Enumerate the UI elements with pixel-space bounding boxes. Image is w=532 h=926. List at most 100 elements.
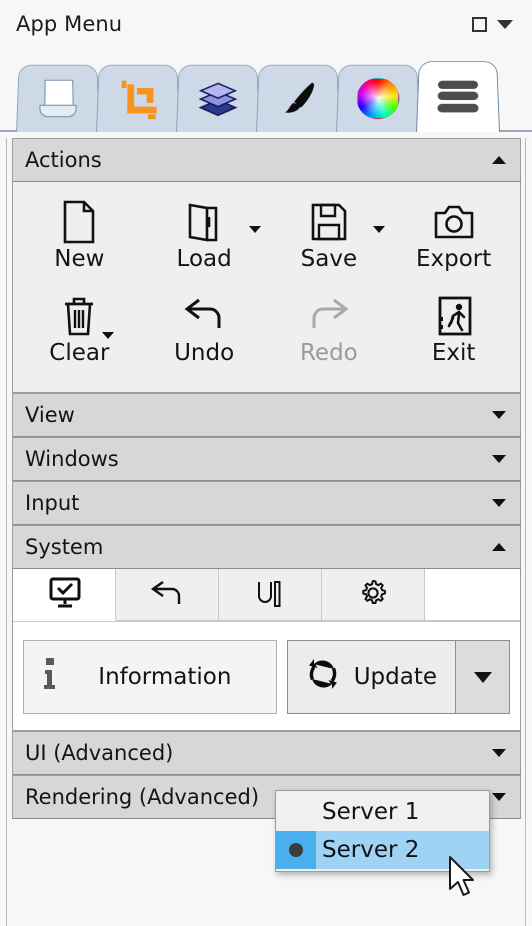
section-input: Input: [12, 481, 521, 525]
action-label-clear: Clear: [49, 340, 110, 366]
refresh-icon: [306, 657, 340, 697]
section-system: System Information Update: [12, 525, 521, 731]
section-windows: Windows: [12, 437, 521, 481]
tab-color[interactable]: [336, 64, 420, 132]
menu-item-server-1[interactable]: Server 1: [276, 793, 489, 831]
action-label-export: Export: [415, 246, 492, 272]
system-tab-filler: [425, 569, 520, 621]
action-undo[interactable]: Undo: [142, 286, 267, 380]
info-icon: [42, 657, 58, 697]
gear-icon: [357, 577, 389, 613]
undo-arrow-icon: [181, 292, 227, 340]
action-split-arrow-save[interactable]: [373, 226, 386, 233]
trash-icon: [62, 292, 96, 340]
layers-icon: [196, 79, 239, 116]
chevron-down-icon: [473, 671, 492, 683]
menu-dropdown-button[interactable]: [492, 11, 518, 37]
tab-menu[interactable]: [416, 61, 500, 132]
section-label-actions: Actions: [25, 148, 102, 172]
information-button[interactable]: Information: [23, 640, 277, 714]
section-ui-advanced: UI (Advanced): [12, 731, 521, 775]
action-label-new: New: [54, 246, 105, 272]
section-label-windows: Windows: [25, 447, 119, 471]
menu-item-label: Server 2: [322, 837, 420, 863]
redo-arrow-icon: [306, 292, 352, 340]
crop-icon: [117, 78, 158, 119]
chevron-down-icon: [492, 411, 506, 419]
system-tab-bar: [13, 569, 520, 622]
action-save[interactable]: Save: [267, 192, 392, 286]
floppy-disk-icon: [309, 198, 349, 246]
action-redo: Redo: [267, 286, 392, 380]
exit-door-icon: [434, 292, 474, 340]
system-tab-restore[interactable]: [116, 569, 219, 621]
section-label-ui-advanced: UI (Advanced): [25, 741, 174, 765]
chevron-down-icon: [497, 19, 513, 29]
maximize-button[interactable]: [466, 11, 492, 37]
information-button-label: Information: [98, 664, 232, 690]
update-button[interactable]: Update: [286, 640, 456, 714]
tab-crop[interactable]: [96, 64, 180, 132]
section-header-ui-advanced[interactable]: UI (Advanced): [12, 731, 521, 775]
section-actions: Actions New Load Save Export Clear Undo …: [12, 138, 521, 393]
section-header-windows[interactable]: Windows: [12, 437, 521, 481]
update-dropdown-toggle[interactable]: [456, 640, 510, 714]
monitor-check-icon: [48, 577, 82, 613]
actions-grid: New Load Save Export Clear Undo Redo Exi…: [13, 182, 520, 392]
update-split-button: Update: [286, 640, 510, 714]
tab-document[interactable]: [16, 64, 100, 132]
chevron-up-icon: [492, 543, 506, 551]
update-button-label: Update: [353, 664, 437, 690]
action-new[interactable]: New: [17, 192, 142, 286]
section-header-actions[interactable]: Actions: [12, 138, 521, 182]
chevron-up-icon: [492, 156, 506, 164]
action-exit[interactable]: Exit: [391, 286, 516, 380]
action-label-undo: Undo: [174, 340, 235, 366]
section-body-system: Information Update: [12, 569, 521, 731]
square-icon: [471, 16, 487, 32]
new-file-icon: [61, 198, 97, 246]
section-label-system: System: [25, 535, 104, 559]
system-tab-settings[interactable]: [322, 569, 425, 621]
action-export[interactable]: Export: [391, 192, 516, 286]
undo-arrow-icon: [149, 579, 185, 611]
action-label-load: Load: [176, 246, 232, 272]
menu-item-server-2[interactable]: Server 2: [276, 831, 489, 869]
chevron-down-icon: [492, 793, 506, 801]
radio-selected-icon: [289, 843, 303, 857]
ui-text-icon: [253, 579, 287, 611]
tab-brush[interactable]: [256, 64, 340, 132]
radio-cell: [276, 793, 316, 831]
action-clear[interactable]: Clear: [17, 286, 142, 380]
menu-item-label: Server 1: [322, 799, 420, 825]
server-dropdown-menu[interactable]: Server 1 Server 2: [275, 790, 490, 872]
page-icon: [38, 78, 77, 119]
system-tab-status[interactable]: [13, 569, 116, 621]
chevron-down-icon: [492, 455, 506, 463]
title-bar: App Menu: [0, 0, 532, 48]
tab-layers[interactable]: [176, 64, 260, 132]
action-split-arrow-load[interactable]: [248, 226, 261, 233]
section-header-view[interactable]: View: [12, 393, 521, 437]
section-header-system[interactable]: System: [12, 525, 521, 569]
chevron-down-icon: [492, 499, 506, 507]
color-wheel-icon: [356, 77, 400, 119]
system-tab-ui[interactable]: [219, 569, 322, 621]
system-tab-content: Information Update: [13, 622, 520, 730]
action-split-arrow-clear[interactable]: [101, 332, 114, 339]
radio-cell: [276, 831, 316, 869]
brush-icon: [277, 78, 318, 117]
ribbon-tab-strip: [0, 48, 532, 132]
chevron-down-icon: [492, 749, 506, 757]
section-view: View: [12, 393, 521, 437]
window-title: App Menu: [16, 12, 123, 36]
section-label-view: View: [25, 403, 75, 427]
action-label-exit: Exit: [431, 340, 476, 366]
action-load[interactable]: Load: [142, 192, 267, 286]
section-body-actions: New Load Save Export Clear Undo Redo Exi…: [12, 182, 521, 393]
camera-icon: [432, 198, 476, 246]
section-header-input[interactable]: Input: [12, 481, 521, 525]
action-label-redo: Redo: [299, 340, 358, 366]
hamburger-icon: [437, 80, 479, 112]
action-label-save: Save: [300, 246, 358, 272]
